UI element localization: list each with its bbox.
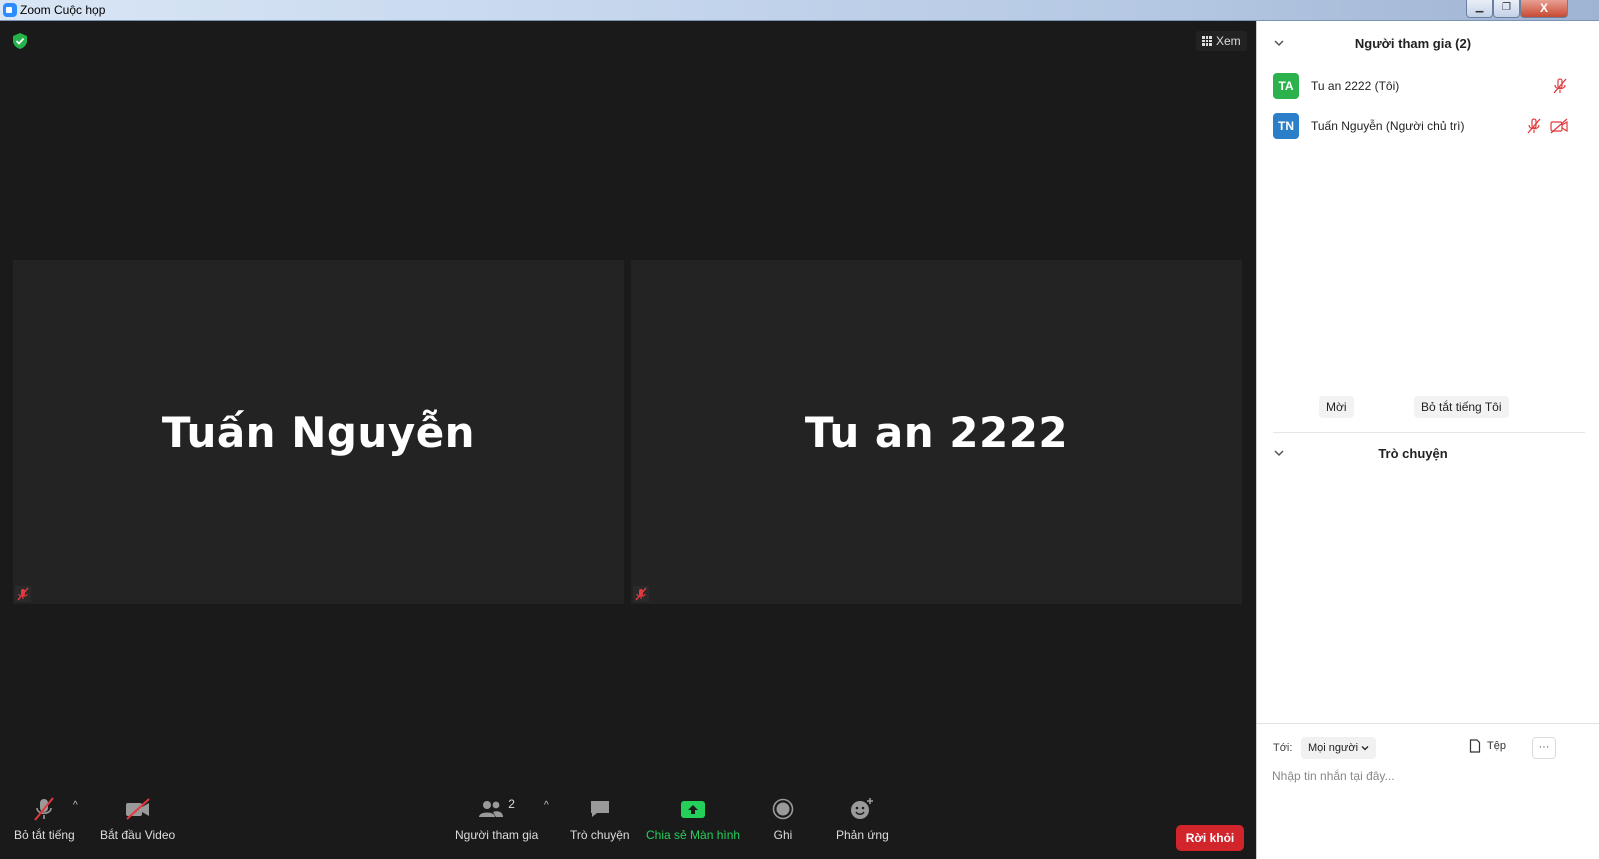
muted-mic-icon xyxy=(633,586,649,602)
file-label: Tệp xyxy=(1487,740,1506,752)
side-panel: Người tham gia (2) TA Tu an 2222 (Tôi) T… xyxy=(1256,21,1599,859)
recipient-select[interactable]: Mọi người xyxy=(1301,737,1377,759)
muted-mic-icon xyxy=(15,586,31,602)
security-shield-icon[interactable] xyxy=(11,32,29,50)
reactions-button[interactable]: Phản ứng xyxy=(836,792,889,842)
tile-participant-name: Tuấn Nguyễn xyxy=(161,407,476,457)
record-icon xyxy=(772,798,794,820)
invite-button[interactable]: Mời xyxy=(1319,396,1354,418)
recipient-value: Mọi người xyxy=(1308,742,1359,754)
chat-button[interactable]: Trò chuyện xyxy=(570,792,630,842)
chat-header: Trò chuyện xyxy=(1257,433,1569,473)
meeting-toolbar: Bỏ tắt tiếng ^ Bắt đầu Video 2 Người tha… xyxy=(0,792,1256,859)
participants-icon xyxy=(479,801,504,817)
video-tile[interactable]: Tu an 2222 xyxy=(631,260,1242,604)
chat-compose-area: Tới: Mọi người Tệp ··· xyxy=(1257,723,1599,859)
minimize-button[interactable]: ▁ xyxy=(1466,0,1493,18)
unmute-label: Bỏ tắt tiếng xyxy=(14,828,75,842)
participant-name: Tuấn Nguyễn (Người chủ trì) xyxy=(1311,119,1465,133)
muted-mic-icon[interactable] xyxy=(1525,117,1543,135)
view-button[interactable]: Xem xyxy=(1196,31,1247,51)
file-button[interactable]: Tệp xyxy=(1469,739,1506,753)
video-off-icon[interactable] xyxy=(1549,117,1569,135)
avatar: TN xyxy=(1273,113,1299,139)
file-icon xyxy=(1469,739,1481,753)
chat-message-input[interactable] xyxy=(1272,766,1582,786)
chevron-down-icon xyxy=(1361,746,1369,751)
participant-row[interactable]: TN Tuấn Nguyễn (Người chủ trì) xyxy=(1273,112,1569,140)
video-off-icon xyxy=(125,798,150,820)
share-screen-icon xyxy=(681,801,706,818)
avatar: TA xyxy=(1273,73,1299,99)
unmute-button[interactable]: Bỏ tắt tiếng xyxy=(14,792,75,842)
start-video-label: Bắt đầu Video xyxy=(100,828,176,842)
participants-title: Người tham gia (2) xyxy=(1354,35,1472,51)
view-label: Xem xyxy=(1216,34,1241,48)
participants-header: Người tham gia (2) xyxy=(1257,21,1569,65)
tile-participant-name: Tu an 2222 xyxy=(804,407,1069,457)
record-button[interactable]: Ghi xyxy=(772,792,794,842)
muted-mic-icon[interactable] xyxy=(1551,77,1569,95)
participants-options-caret[interactable]: ^ xyxy=(544,800,549,811)
collapse-chevron-icon[interactable] xyxy=(1274,448,1284,458)
restore-button[interactable]: ❐ xyxy=(1493,0,1520,18)
participants-label: Người tham gia xyxy=(455,828,539,842)
video-tile[interactable]: Tuấn Nguyễn xyxy=(13,260,624,604)
participants-count: 2 xyxy=(508,797,515,811)
window-titlebar: Zoom Cuộc họp ▁ ❐ X xyxy=(0,0,1599,21)
reactions-label: Phản ứng xyxy=(836,828,889,842)
zoom-app-icon xyxy=(3,3,17,17)
meeting-area: Xem Tuấn Nguyễn Tu an 2222 Bỏ tắt tiếng … xyxy=(0,21,1256,859)
start-video-button[interactable]: Bắt đầu Video xyxy=(100,792,175,842)
audio-options-caret[interactable]: ^ xyxy=(73,800,78,811)
chat-label: Trò chuyện xyxy=(570,828,630,842)
close-button[interactable]: X xyxy=(1520,0,1568,18)
reaction-smiley-icon xyxy=(851,798,874,819)
share-screen-label: Chia sẻ Màn hình xyxy=(646,828,741,842)
leave-meeting-button[interactable]: Rời khỏi xyxy=(1176,825,1244,851)
share-screen-button[interactable]: Chia sẻ Màn hình xyxy=(646,792,740,842)
chat-bubble-icon xyxy=(590,801,609,817)
unmute-me-button[interactable]: Bỏ tắt tiếng Tôi xyxy=(1414,396,1509,418)
collapse-chevron-icon[interactable] xyxy=(1274,38,1284,48)
chat-title: Trò chuyện xyxy=(1378,445,1448,461)
participants-button[interactable]: 2 Người tham gia xyxy=(455,792,538,842)
participant-name: Tu an 2222 (Tôi) xyxy=(1311,79,1400,93)
window-title: Zoom Cuộc họp xyxy=(20,3,106,17)
to-label: Tới: xyxy=(1273,742,1293,754)
more-options-button[interactable]: ··· xyxy=(1532,737,1556,759)
gallery-grid-icon xyxy=(1202,36,1212,46)
muted-mic-icon xyxy=(34,797,55,821)
participant-row[interactable]: TA Tu an 2222 (Tôi) xyxy=(1273,72,1569,100)
record-label: Ghi xyxy=(773,828,793,842)
